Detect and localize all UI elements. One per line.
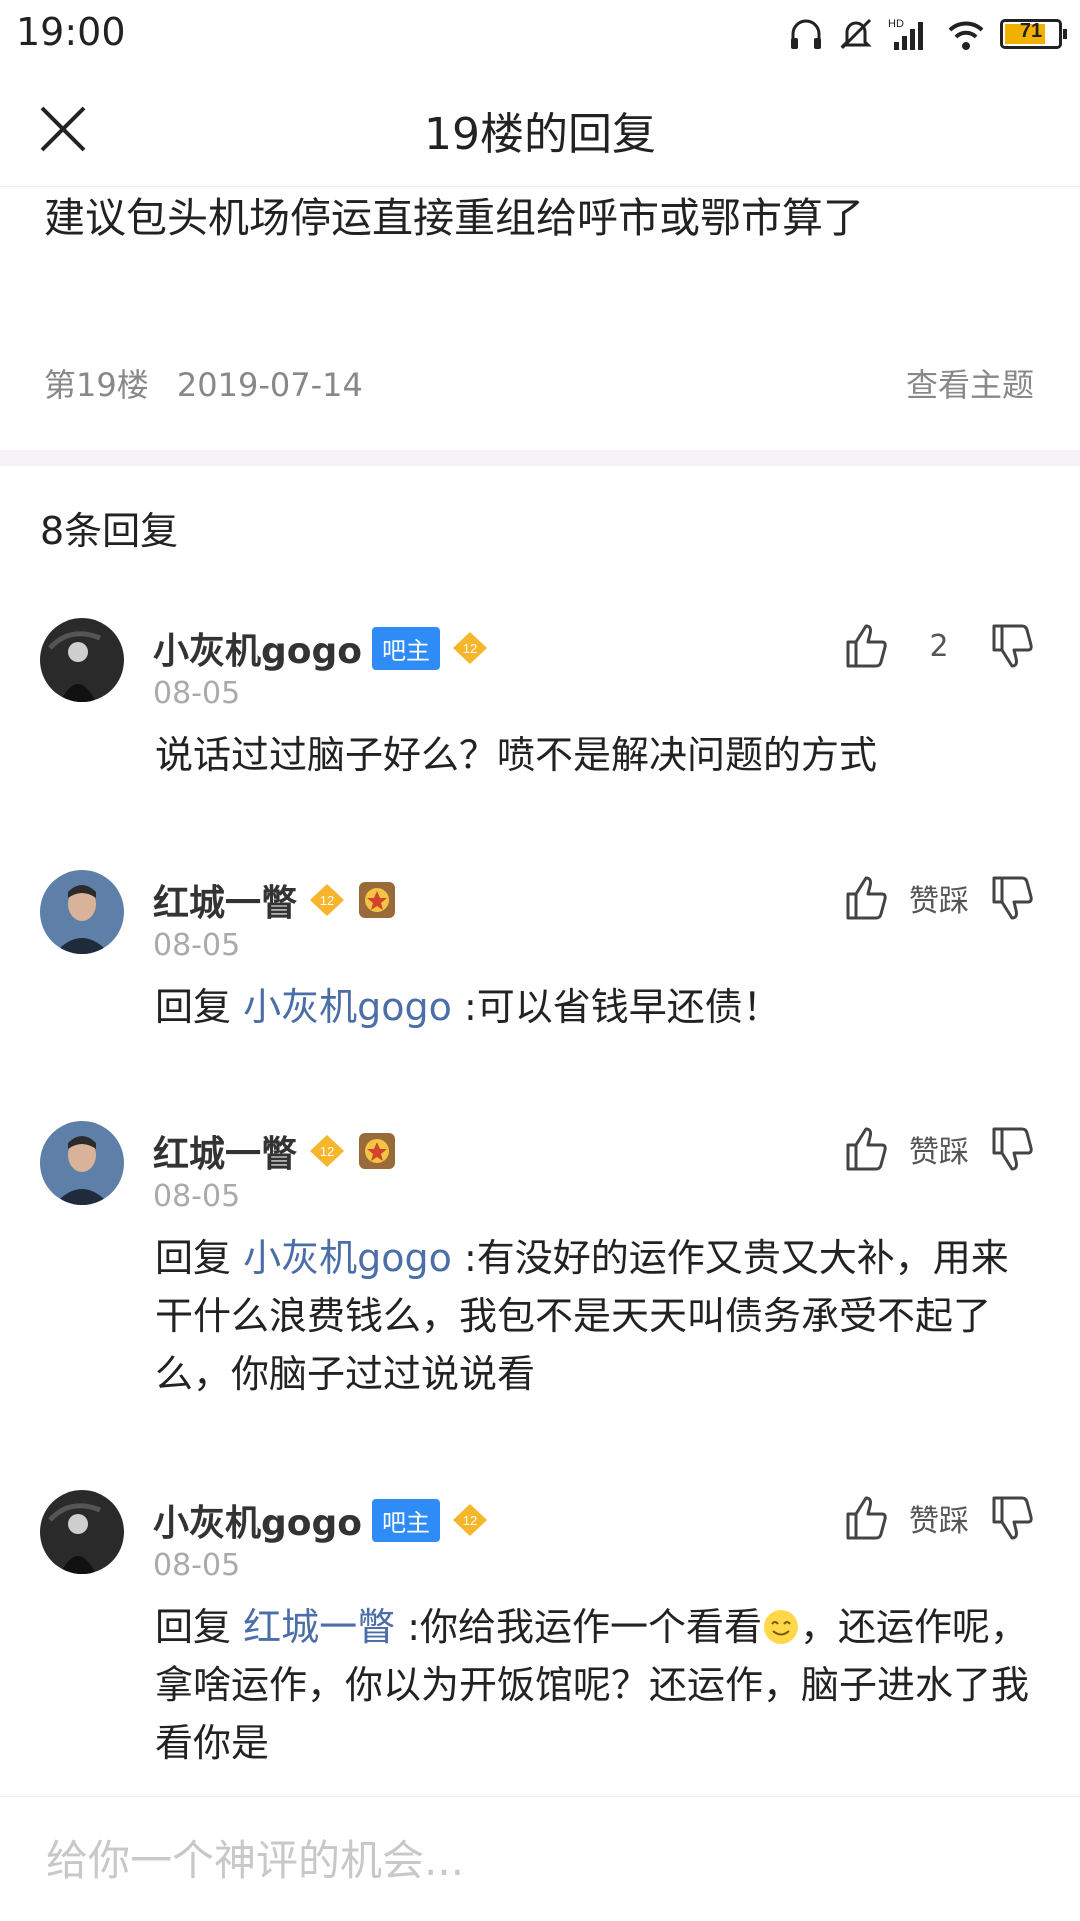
reply-content: 回复 小灰机gogo :有没好的运作又贵又大补，用来干什么浪费钱么，我包不是天天… [155,1229,1040,1403]
status-time: 19:00 [16,10,126,54]
status-bar: 19:00 HD 71 [0,0,1080,70]
bar-owner-badge: 吧主 [372,1498,441,1542]
reply-content: 回复 红城一瞥 :你给我运作一个看看 ，还运作呢，拿啥运作，你以为开饭馆呢？还运作… [155,1598,1040,1772]
reply-prefix: 回复 [155,985,232,1029]
thumbs-up-icon[interactable] [838,1121,894,1177]
thumbs-down-icon[interactable] [984,1490,1040,1546]
view-topic-link[interactable]: 查看主题 [906,360,1034,406]
like-dislike-label: 赞踩 [909,1135,969,1170]
page-title: 19楼的回复 [424,109,656,160]
bar-owner-badge: 吧主 [372,626,441,670]
level-number: 12 [320,1144,334,1159]
reply-text: :可以省钱早还债！ [451,985,781,1029]
level-badge-icon: 12 [453,632,488,664]
reply-count: 8条回复 [40,509,179,553]
medal-icon [359,882,396,918]
avatar[interactable] [40,1490,124,1574]
comment-input[interactable] [44,1827,1028,1893]
name-row: 小灰机gogo 吧主 12 [153,622,490,674]
username[interactable]: 红城一瞥 [153,874,297,926]
reply-date: 08-05 [153,676,241,711]
thumbs-up-icon[interactable] [838,618,894,674]
level-badge-icon: 12 [310,1135,345,1167]
battery-level: 71 [1019,20,1043,42]
thumbs-up-icon[interactable] [838,870,894,926]
username[interactable]: 小灰机gogo [153,622,362,674]
reply-actions: 赞踩 [838,1490,1040,1546]
username[interactable]: 红城一瞥 [153,1125,297,1177]
reply-date: 08-05 [153,1548,241,1583]
name-row: 红城一瞥 12 [153,1125,397,1177]
level-badge-icon: 12 [453,1504,488,1536]
like-dislike-label: 赞踩 [909,1504,969,1539]
avatar[interactable] [40,618,124,702]
thumbs-up-icon[interactable] [838,1490,894,1546]
reply-content: 回复 小灰机gogo :可以省钱早还债！ [155,978,1040,1036]
reply-actions: 赞踩 [838,1121,1040,1177]
cellular-signal-icon: HD [888,18,923,50]
battery-icon: 71 [1000,19,1067,49]
headphones-icon [791,19,821,49]
mute-bell-icon [840,18,872,50]
reply-actions: 赞踩 [838,870,1040,926]
mention-link[interactable]: 红城一瞥 [243,1605,395,1649]
post-floor: 第19楼 [44,366,149,404]
reply-content: 说话过过脑子好么？喷不是解决问题的方式 [155,733,878,777]
username[interactable]: 小灰机gogo [153,1494,362,1546]
mention-link[interactable]: 小灰机gogo [243,985,452,1029]
reply-actions: 2 [838,618,1040,674]
smile-emoji-icon [764,1610,799,1644]
wifi-icon [948,21,984,50]
reply-prefix: 回复 [155,1236,232,1280]
thumbs-down-icon[interactable] [984,618,1040,674]
name-row: 红城一瞥 12 [153,874,397,926]
reply-prefix: 回复 [155,1605,232,1649]
avatar[interactable] [40,870,124,954]
post-meta: 第19楼 2019-07-14 [44,360,381,406]
level-number: 12 [463,1513,477,1528]
like-dislike-label: 赞踩 [909,884,969,919]
reply-text: :你给我运作一个看看 [395,1605,763,1649]
comment-bar [0,1796,1080,1921]
mention-link[interactable]: 小灰机gogo [243,1236,452,1280]
thumbs-down-icon[interactable] [984,1121,1040,1177]
level-badge-icon: 12 [310,884,345,916]
reply-date: 08-05 [153,928,241,963]
level-number: 12 [320,893,334,908]
thumbs-down-icon[interactable] [984,870,1040,926]
name-row: 小灰机gogo 吧主 12 [153,1494,490,1546]
section-divider [0,450,1080,466]
level-number: 12 [463,641,477,656]
avatar[interactable] [40,1121,124,1205]
medal-icon [359,1133,396,1169]
status-icons: HD 71 [788,14,1067,54]
title-bar: 19楼的回复 [0,70,1080,187]
post-content: 建议包头机场停运直接重组给呼市或鄂市算了 [44,194,864,242]
like-count: 2 [929,628,949,664]
post-date: 2019-07-14 [176,366,363,404]
network-type-label: HD [888,18,904,30]
reply-date: 08-05 [153,1179,241,1214]
